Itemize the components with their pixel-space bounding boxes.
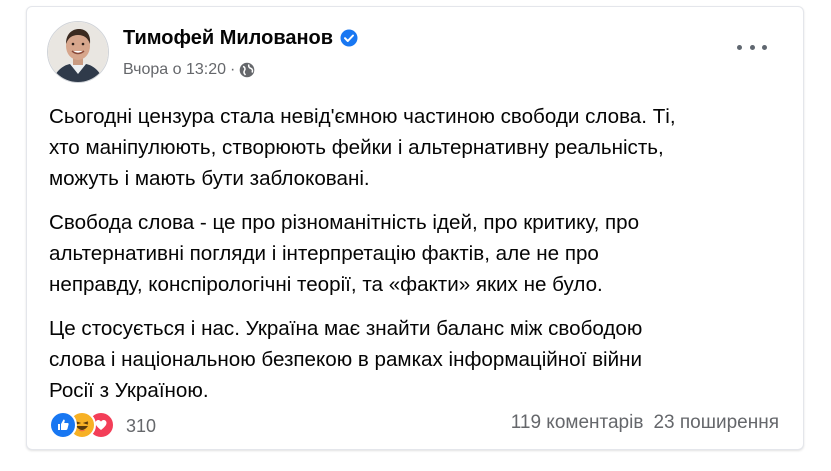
- post-line: хто маніпулюють, створюють фейки і альте…: [49, 136, 664, 159]
- verified-badge-icon: [340, 29, 358, 47]
- post-line: Сьогодні цензура стала невід'ємною части…: [49, 105, 676, 128]
- author-name[interactable]: Тимофей Милованов: [123, 27, 333, 50]
- post-line: можуть і мають бути заблоковані.: [49, 167, 370, 190]
- post-paragraph: Сьогодні цензура стала невід'ємною части…: [49, 101, 789, 194]
- post-meta: Вчора о 13:20 ·: [123, 61, 255, 79]
- post-line: альтернативні погляди і інтерпретацію фа…: [49, 242, 599, 265]
- post-line: Свобода слова - це про різноманітність і…: [49, 211, 640, 234]
- more-options-icon[interactable]: [737, 37, 767, 57]
- shares-count[interactable]: 23 поширення: [653, 412, 779, 434]
- more-dot: [737, 44, 742, 50]
- post-line: слова і національною безпекою в рамках і…: [49, 348, 642, 371]
- post-paragraph: Це стосується і нас. Україна має знайти …: [49, 313, 789, 406]
- post-line: Це стосується і нас. Україна має знайти …: [49, 317, 643, 340]
- post-line: Росії з Україною.: [49, 379, 209, 402]
- more-dot: [749, 44, 755, 50]
- more-dot: [762, 44, 767, 50]
- post-text: Сьогодні цензура стала невід'ємною части…: [49, 101, 789, 419]
- author-name-row: Тимофей Милованов: [123, 27, 358, 50]
- comments-count[interactable]: 119 коментарів: [511, 412, 644, 434]
- meta-separator: ·: [230, 61, 236, 78]
- avatar-photo: [48, 22, 108, 82]
- reaction-icons: [49, 411, 115, 439]
- reactions-summary[interactable]: 310: [49, 411, 156, 439]
- post-paragraph: Свобода слова - це про різноманітність і…: [49, 207, 789, 300]
- author-avatar[interactable]: [47, 21, 109, 83]
- post-line: неправду, конспірологічні теорії, та «фа…: [49, 273, 603, 296]
- post-card: Тимофей Милованов Вчора о 13:20 · Сьогод…: [26, 6, 804, 450]
- post-timestamp[interactable]: Вчора о 13:20: [123, 61, 226, 79]
- globe-icon: [239, 62, 255, 78]
- reaction-count[interactable]: 310: [126, 416, 156, 437]
- post-stats: 119 коментарів 23 поширення: [511, 412, 779, 434]
- like-icon: [49, 411, 77, 439]
